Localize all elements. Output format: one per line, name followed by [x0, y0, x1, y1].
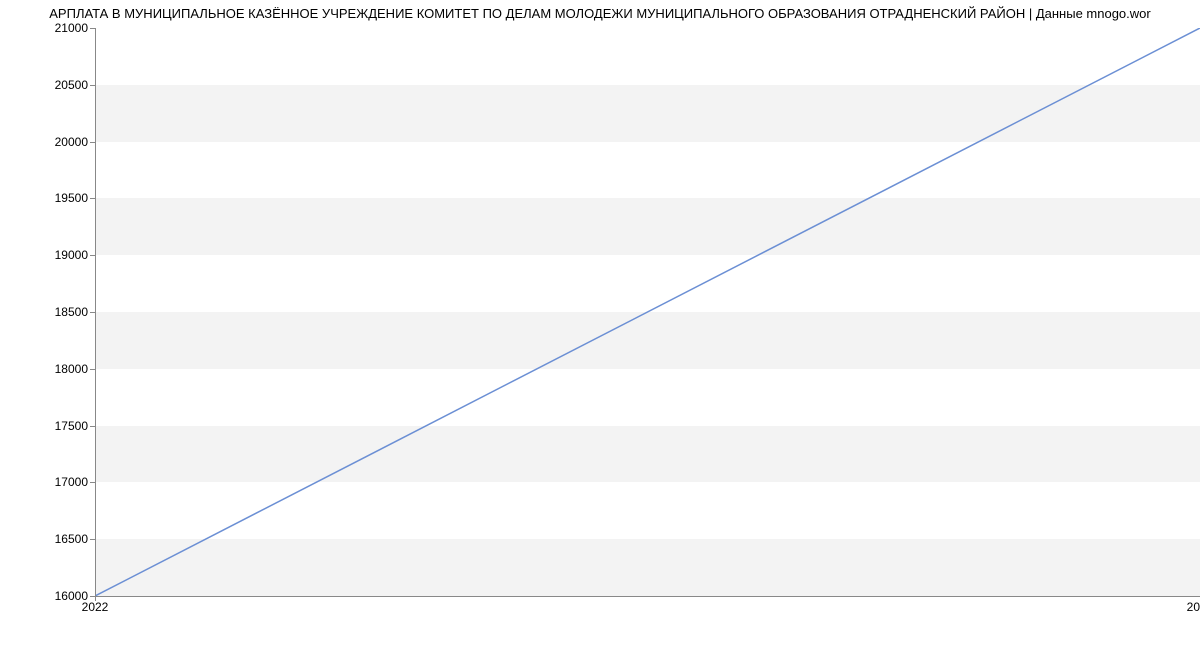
grid-band [95, 539, 1200, 596]
y-tick-mark [90, 312, 95, 313]
grid-band [95, 85, 1200, 142]
grid-band [95, 312, 1200, 369]
y-tick-label: 20500 [8, 78, 88, 92]
x-axis-line [95, 596, 1200, 597]
y-tick-mark [90, 198, 95, 199]
y-tick-mark [90, 85, 95, 86]
y-tick-label: 18000 [8, 362, 88, 376]
y-tick-label: 19000 [8, 248, 88, 262]
y-tick-label: 18500 [8, 305, 88, 319]
y-tick-mark [90, 142, 95, 143]
chart-container: АРПЛАТА В МУНИЦИПАЛЬНОЕ КАЗЁННОЕ УЧРЕЖДЕ… [0, 0, 1200, 650]
y-tick-label: 16500 [8, 532, 88, 546]
y-tick-label: 16000 [8, 589, 88, 603]
x-tick-label: 2022 [82, 600, 109, 614]
y-tick-mark [90, 255, 95, 256]
y-tick-label: 17500 [8, 419, 88, 433]
y-tick-mark [90, 426, 95, 427]
grid-band [95, 426, 1200, 483]
y-tick-mark [90, 482, 95, 483]
y-tick-mark [90, 539, 95, 540]
y-tick-label: 21000 [8, 21, 88, 35]
chart-title: АРПЛАТА В МУНИЦИПАЛЬНОЕ КАЗЁННОЕ УЧРЕЖДЕ… [0, 6, 1200, 21]
plot-area [95, 28, 1200, 596]
y-tick-label: 17000 [8, 475, 88, 489]
grid-band [95, 198, 1200, 255]
y-tick-label: 20000 [8, 135, 88, 149]
x-tick-mark [95, 596, 96, 601]
y-tick-mark [90, 28, 95, 29]
y-tick-label: 19500 [8, 191, 88, 205]
y-tick-mark [90, 369, 95, 370]
x-tick-label: 2023 [1187, 600, 1200, 614]
y-axis-line [95, 28, 96, 596]
